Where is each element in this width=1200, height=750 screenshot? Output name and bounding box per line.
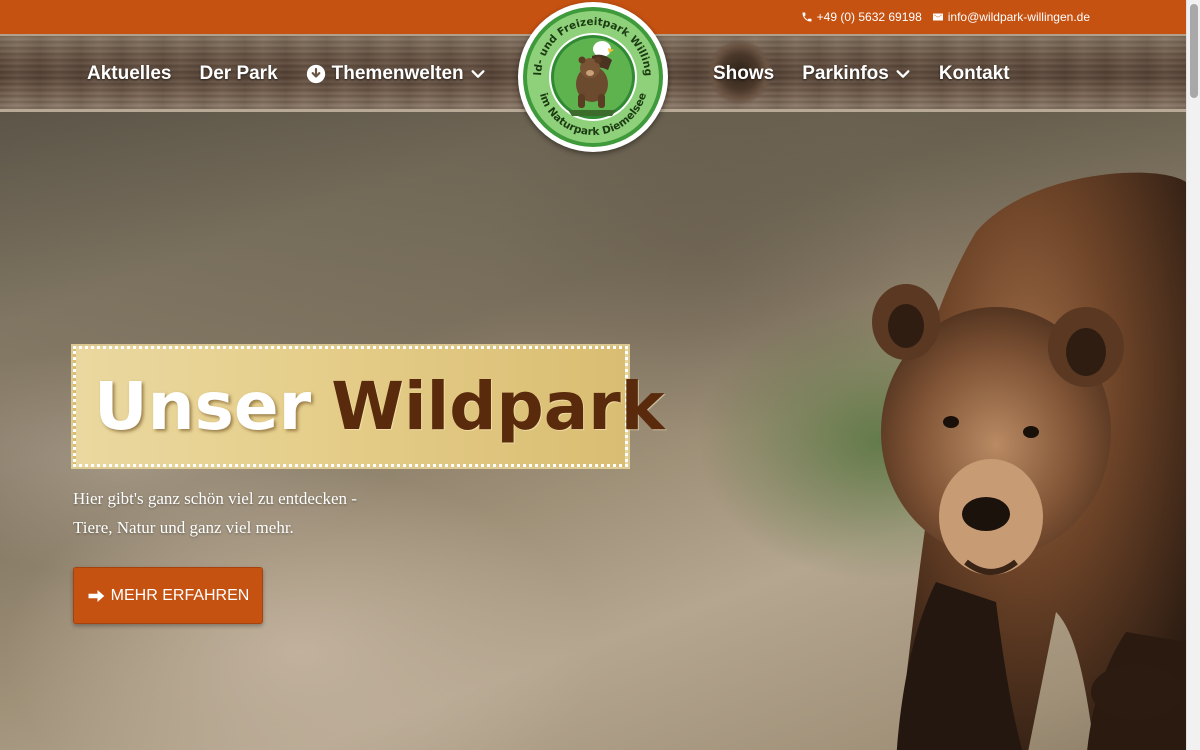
nav-right-group: Shows Parkinfos Kontakt	[713, 36, 1010, 112]
phone-link[interactable]: +49 (0) 5632 69198	[801, 10, 922, 24]
nav-item-aktuelles[interactable]: Aktuelles	[87, 63, 171, 85]
park-logo[interactable]: Wild- und Freizeitpark Willingen im Natu…	[512, 0, 668, 152]
nav-item-der-park[interactable]: Der Park	[199, 63, 277, 85]
hero-title-part1: Unser	[94, 367, 312, 445]
hero-title-part2: Wildpark	[331, 367, 665, 445]
hero-subtitle-line1: Hier gibt's ganz schön viel zu entdecken…	[73, 489, 357, 508]
arrow-circle-down-icon	[306, 64, 325, 84]
brown-bear-image	[872, 172, 1186, 750]
nav-item-label: Parkinfos	[802, 63, 889, 84]
email-address: info@wildpark-willingen.de	[947, 10, 1090, 24]
page-scrollbar[interactable]	[1186, 0, 1200, 750]
nav-item-kontakt[interactable]: Kontakt	[939, 63, 1010, 85]
arrow-right-icon	[88, 589, 104, 602]
logo-badge: Wild- und Freizeitpark Willingen im Natu…	[512, 0, 666, 150]
hero-title-box: Unser Wildpark	[73, 346, 665, 467]
nav-item-label: Aktuelles	[87, 63, 172, 84]
scrollbar-thumb[interactable]	[1190, 4, 1198, 98]
chevron-down-icon	[896, 70, 910, 78]
nav-item-themenwelten[interactable]: Themenwelten	[306, 63, 486, 85]
nav-item-shows[interactable]: Shows	[713, 63, 774, 85]
hero-subtitle-line2: Tiere, Natur und ganz viel mehr.	[73, 518, 294, 537]
nav-item-parkinfos[interactable]: Parkinfos	[802, 63, 911, 85]
nav-item-label: Shows	[713, 63, 775, 84]
chevron-down-icon	[471, 70, 485, 78]
cta-label: MEHR ERFAHREN	[110, 586, 250, 604]
email-link[interactable]: info@wildpark-willingen.de	[932, 10, 1090, 24]
nav-item-label: Kontakt	[938, 63, 1010, 84]
mehr-erfahren-button[interactable]: MEHR ERFAHREN	[73, 567, 263, 624]
phone-number: +49 (0) 5632 69198	[816, 10, 922, 24]
phone-icon	[802, 12, 812, 22]
nav-item-label: Themenwelten	[331, 63, 464, 84]
envelope-icon	[932, 13, 943, 21]
hero-subtitle: Hier gibt's ganz schön viel zu entdecken…	[73, 484, 413, 542]
nav-left-group: Aktuelles Der Park Themenwelten	[87, 36, 486, 112]
nav-item-label: Der Park	[199, 63, 278, 84]
hero-section: Unser Wildpark Hier gibt's ganz schön vi…	[0, 112, 1186, 750]
